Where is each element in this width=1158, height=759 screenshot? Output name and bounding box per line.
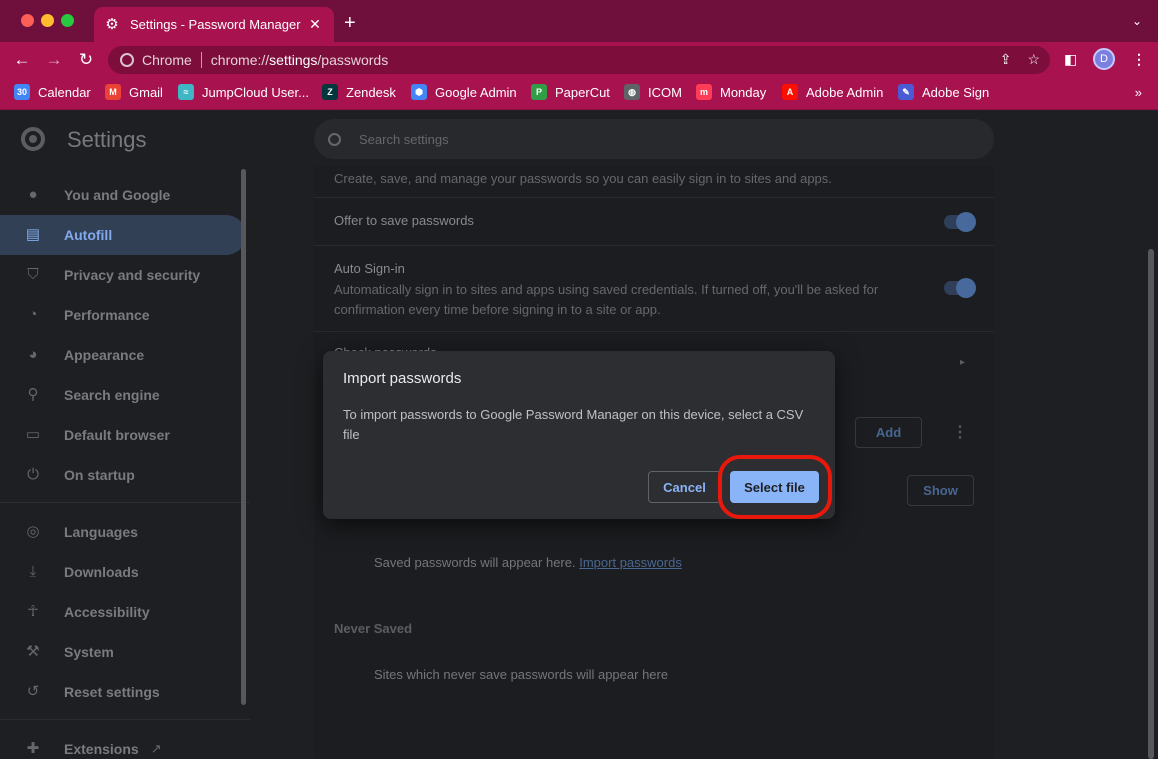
kebab-menu-icon[interactable]: ⋮	[1132, 51, 1146, 68]
close-window-button[interactable]	[21, 14, 34, 27]
profile-avatar[interactable]: D	[1093, 48, 1115, 70]
jumpcloud-icon: ≈	[178, 84, 194, 100]
bookmarks-bar: 30 Calendar M Gmail ≈ JumpCloud User... Z Ze…	[0, 78, 1158, 110]
chrome-icon	[120, 53, 134, 67]
back-button[interactable]: ←	[11, 50, 33, 70]
gmail-icon: M	[105, 84, 121, 100]
bookmark-adobe-sign[interactable]: ✎ Adobe Sign	[898, 84, 989, 100]
calendar-icon: 30	[14, 84, 30, 100]
bookmark-calendar[interactable]: 30 Calendar	[14, 84, 91, 100]
address-bar[interactable]: Chrome chrome://settings/passwords ⇪ ☆	[108, 46, 1050, 74]
settings-page: Settings ●You and Google ▤Autofill ⛉Priv…	[0, 111, 1158, 759]
bookmark-papercut[interactable]: P PaperCut	[531, 84, 610, 100]
bookmark-adobe-admin[interactable]: A Adobe Admin	[782, 84, 883, 100]
tab-title: Settings - Password Manager	[130, 17, 301, 32]
zendesk-icon: Z	[322, 84, 338, 100]
share-icon[interactable]: ⇪	[1000, 51, 1012, 68]
dialog-title: Import passwords	[343, 370, 462, 387]
tab-close-icon[interactable]: ✕	[306, 16, 324, 33]
bookmark-zendesk[interactable]: Z Zendesk	[322, 84, 396, 100]
reload-button[interactable]: ↻	[75, 50, 97, 70]
bookmark-gmail[interactable]: M Gmail	[105, 84, 163, 100]
bookmark-monday[interactable]: m Monday	[696, 84, 766, 100]
address-separator	[200, 52, 202, 68]
highlight-annotation	[718, 455, 832, 519]
chevron-double-right-icon[interactable]: »	[1135, 85, 1142, 100]
globe-icon: ◍	[624, 84, 640, 100]
browser-tab[interactable]: ⚙ Settings - Password Manager ✕	[94, 7, 334, 42]
gear-icon: ⚙	[105, 15, 119, 33]
papercut-icon: P	[531, 84, 547, 100]
new-tab-button[interactable]: +	[344, 13, 356, 33]
cancel-button[interactable]: Cancel	[648, 471, 721, 503]
monday-icon: m	[696, 84, 712, 100]
url-text: chrome://settings/passwords	[210, 52, 389, 68]
maximize-window-button[interactable]	[61, 14, 74, 27]
adobe-sign-icon: ✎	[898, 84, 914, 100]
browser-toolbar: ← → ↻ Chrome chrome://settings/passwords…	[0, 42, 1158, 78]
side-panel-icon[interactable]: ◧	[1064, 51, 1077, 68]
minimize-window-button[interactable]	[41, 14, 54, 27]
site-label: Chrome	[142, 52, 192, 68]
google-admin-icon: ⬢	[411, 84, 427, 100]
bookmark-google-admin[interactable]: ⬢ Google Admin	[411, 84, 517, 100]
adobe-icon: A	[782, 84, 798, 100]
chevron-down-icon[interactable]: ⌄	[1132, 14, 1142, 28]
bookmark-star-icon[interactable]: ☆	[1027, 51, 1040, 68]
dialog-body: To import passwords to Google Password M…	[343, 407, 804, 442]
forward-button[interactable]: →	[43, 50, 65, 70]
bookmark-jumpcloud[interactable]: ≈ JumpCloud User...	[178, 84, 309, 100]
window-titlebar: ⚙ Settings - Password Manager ✕ + ⌄	[0, 0, 1158, 42]
bookmark-icom[interactable]: ◍ ICOM	[624, 84, 682, 100]
